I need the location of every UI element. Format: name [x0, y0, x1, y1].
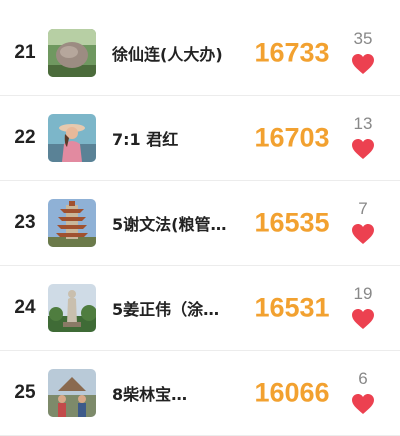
- list-item[interactable]: 21 徐仙连(人大办) 16733 35: [0, 11, 400, 96]
- avatar[interactable]: [48, 199, 96, 247]
- avatar[interactable]: [48, 114, 96, 162]
- rank-number: 21: [14, 42, 36, 63]
- score-value: 16703: [254, 122, 330, 153]
- avatar[interactable]: [48, 369, 96, 417]
- user-name: 徐仙连(人大办): [112, 45, 223, 64]
- user-name: 7:1 君红: [112, 130, 179, 149]
- heart-icon[interactable]: [351, 138, 375, 160]
- like-count: 6: [358, 369, 368, 388]
- list-item[interactable]: 25 8柴林宝… 16066 6: [0, 351, 400, 436]
- user-name: 5谢文法(粮管…: [112, 215, 227, 234]
- avatar[interactable]: [48, 284, 96, 332]
- list-item[interactable]: 22 7:1 君红 16703 13: [0, 96, 400, 181]
- user-name: 8柴林宝…: [112, 385, 188, 404]
- rank-number: 22: [14, 127, 36, 148]
- heart-icon[interactable]: [351, 223, 375, 245]
- list-item[interactable]: 23 5谢文法(粮管… 16535 7: [0, 181, 400, 266]
- avatar[interactable]: [48, 29, 96, 77]
- like-count: 7: [358, 199, 368, 218]
- heart-icon[interactable]: [351, 393, 375, 415]
- user-name: 5姜正伟（涂…: [112, 300, 220, 319]
- heart-icon[interactable]: [351, 53, 375, 75]
- score-value: 16733: [254, 37, 330, 68]
- list-item[interactable]: 24 5姜正伟（涂… 16531 19: [0, 266, 400, 351]
- score-value: 16066: [254, 377, 330, 408]
- like-count: 13: [353, 114, 373, 133]
- ranking-list: 21 徐仙连(人大办) 16733 35 22 7:1 君红 16703 13 …: [0, 0, 400, 436]
- buddha-statue-photo-icon: [48, 284, 96, 332]
- rank-number: 24: [14, 297, 36, 318]
- like-count: 35: [353, 29, 373, 48]
- like-count: 19: [353, 284, 373, 303]
- heart-icon[interactable]: [351, 308, 375, 330]
- score-value: 16531: [254, 292, 330, 323]
- rank-number: 25: [14, 382, 36, 403]
- score-value: 16535: [254, 207, 330, 238]
- group-photo-icon: [48, 369, 96, 417]
- stone-monument-photo-icon: [48, 29, 96, 77]
- woman-with-hat-photo-icon: [48, 114, 96, 162]
- pagoda-photo-icon: [48, 199, 96, 247]
- rank-number: 23: [14, 212, 36, 233]
